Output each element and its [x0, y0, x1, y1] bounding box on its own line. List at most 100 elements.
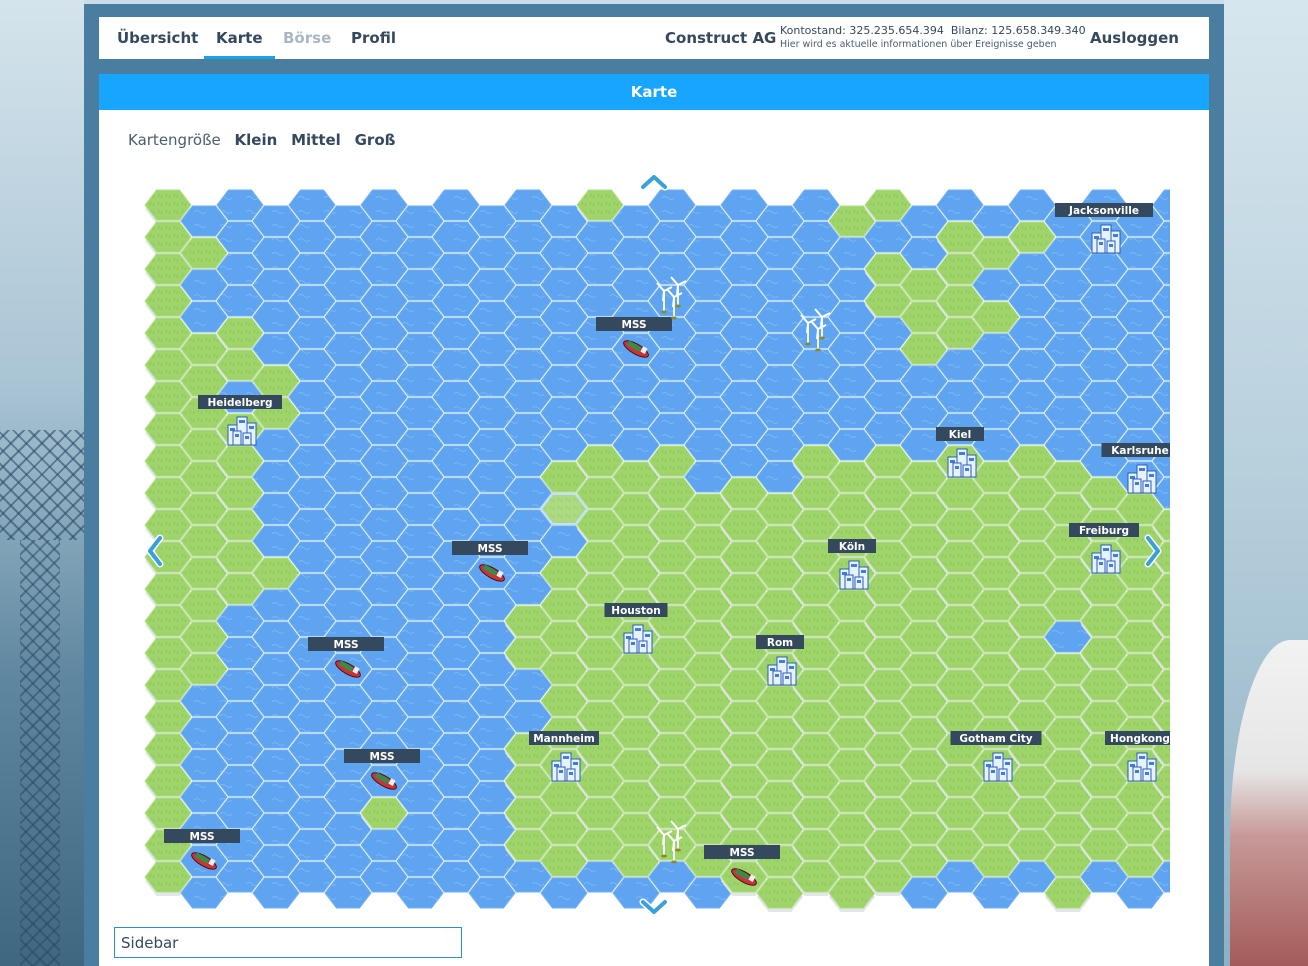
water-hex[interactable]: [756, 429, 804, 461]
water-hex[interactable]: [288, 189, 336, 221]
water-hex[interactable]: [792, 189, 840, 221]
water-hex[interactable]: [252, 685, 300, 717]
water-hex[interactable]: [468, 365, 516, 397]
water-hex[interactable]: [288, 349, 336, 381]
water-hex[interactable]: [288, 445, 336, 477]
water-hex[interactable]: [360, 861, 408, 893]
water-hex[interactable]: [1044, 269, 1092, 301]
water-hex[interactable]: [1116, 877, 1164, 909]
tab-profil[interactable]: Profil: [339, 17, 408, 59]
water-hex[interactable]: [468, 301, 516, 333]
water-hex[interactable]: [792, 317, 840, 349]
water-hex[interactable]: [216, 861, 264, 893]
water-hex[interactable]: [360, 445, 408, 477]
water-hex[interactable]: [1008, 189, 1056, 221]
water-hex[interactable]: [576, 381, 624, 413]
water-hex[interactable]: [216, 701, 264, 733]
water-hex[interactable]: [396, 333, 444, 365]
water-hex[interactable]: [504, 349, 552, 381]
water-hex[interactable]: [1116, 397, 1164, 429]
water-hex[interactable]: [288, 285, 336, 317]
water-hex[interactable]: [720, 445, 768, 477]
water-hex[interactable]: [612, 365, 660, 397]
water-hex[interactable]: [828, 237, 876, 269]
water-hex[interactable]: [792, 253, 840, 285]
water-hex[interactable]: [540, 397, 588, 429]
water-hex[interactable]: [252, 205, 300, 237]
water-hex[interactable]: [792, 349, 840, 381]
map-size-large[interactable]: Groß: [355, 131, 396, 149]
water-hex[interactable]: [396, 461, 444, 493]
water-hex[interactable]: [468, 589, 516, 621]
water-hex[interactable]: [432, 669, 480, 701]
water-hex[interactable]: [288, 669, 336, 701]
water-hex[interactable]: [432, 285, 480, 317]
water-hex[interactable]: [1080, 349, 1128, 381]
water-hex[interactable]: [396, 493, 444, 525]
water-hex[interactable]: [936, 381, 984, 413]
water-hex[interactable]: [432, 733, 480, 765]
water-hex[interactable]: [360, 605, 408, 637]
water-hex[interactable]: [216, 765, 264, 797]
water-hex[interactable]: [1008, 413, 1056, 445]
water-hex[interactable]: [324, 589, 372, 621]
water-hex[interactable]: [864, 381, 912, 413]
water-hex[interactable]: [432, 861, 480, 893]
water-hex[interactable]: [720, 221, 768, 253]
water-hex[interactable]: [216, 189, 264, 221]
water-hex[interactable]: [360, 701, 408, 733]
water-hex[interactable]: [1008, 349, 1056, 381]
water-hex[interactable]: [468, 685, 516, 717]
water-hex[interactable]: [396, 429, 444, 461]
water-hex[interactable]: [288, 253, 336, 285]
water-hex[interactable]: [288, 317, 336, 349]
water-hex[interactable]: [360, 573, 408, 605]
water-hex[interactable]: [756, 269, 804, 301]
water-hex[interactable]: [360, 349, 408, 381]
water-hex[interactable]: [684, 301, 732, 333]
water-hex[interactable]: [864, 413, 912, 445]
water-hex[interactable]: [324, 685, 372, 717]
water-hex[interactable]: [324, 301, 372, 333]
water-hex[interactable]: [468, 397, 516, 429]
water-hex[interactable]: [396, 781, 444, 813]
hex-map[interactable]: Jacksonville Heidelberg Kiel Karlsruhe Freib…: [140, 175, 1170, 925]
water-hex[interactable]: [576, 253, 624, 285]
water-hex[interactable]: [324, 877, 372, 909]
water-hex[interactable]: [684, 237, 732, 269]
water-hex[interactable]: [360, 413, 408, 445]
water-hex[interactable]: [324, 397, 372, 429]
water-hex[interactable]: [468, 461, 516, 493]
water-hex[interactable]: [972, 877, 1020, 909]
water-hex[interactable]: [684, 205, 732, 237]
water-hex[interactable]: [504, 413, 552, 445]
water-hex[interactable]: [252, 877, 300, 909]
water-hex[interactable]: [756, 301, 804, 333]
water-hex[interactable]: [1044, 397, 1092, 429]
water-hex[interactable]: [324, 429, 372, 461]
water-hex[interactable]: [648, 413, 696, 445]
water-hex[interactable]: [504, 221, 552, 253]
water-hex[interactable]: [324, 461, 372, 493]
water-hex[interactable]: [648, 381, 696, 413]
water-hex[interactable]: [792, 381, 840, 413]
water-hex[interactable]: [432, 445, 480, 477]
water-hex[interactable]: [1116, 301, 1164, 333]
water-hex[interactable]: [576, 221, 624, 253]
water-hex[interactable]: [648, 349, 696, 381]
water-hex[interactable]: [756, 205, 804, 237]
tab-uebersicht[interactable]: Übersicht: [105, 17, 210, 59]
water-hex[interactable]: [288, 509, 336, 541]
scroll-down-arrow-icon[interactable]: [639, 898, 669, 916]
water-hex[interactable]: [612, 429, 660, 461]
water-hex[interactable]: [648, 221, 696, 253]
water-hex[interactable]: [396, 589, 444, 621]
water-hex[interactable]: [720, 285, 768, 317]
water-hex[interactable]: [648, 189, 696, 221]
water-hex[interactable]: [288, 797, 336, 829]
water-hex[interactable]: [252, 621, 300, 653]
water-hex[interactable]: [360, 477, 408, 509]
water-hex[interactable]: [324, 269, 372, 301]
water-hex[interactable]: [900, 397, 948, 429]
water-hex[interactable]: [288, 733, 336, 765]
